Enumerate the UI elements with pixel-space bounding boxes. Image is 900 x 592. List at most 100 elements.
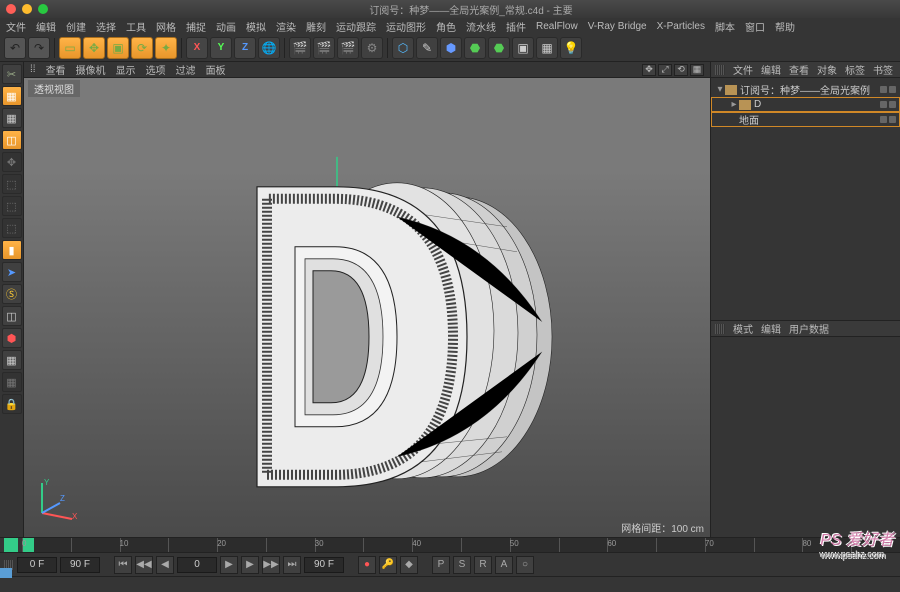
deformer-button[interactable]: ⬣ (464, 37, 486, 59)
panel-handle-icon[interactable] (715, 65, 725, 75)
rot-key-button[interactable]: R (474, 556, 492, 574)
pen-button[interactable]: ✎ (416, 37, 438, 59)
undo-button[interactable]: ↶ (4, 37, 26, 59)
workplane-lock-button[interactable]: ◫ (2, 306, 22, 326)
menu-edit[interactable]: 编辑 (36, 19, 56, 34)
menu-character[interactable]: 角色 (436, 19, 456, 34)
keyframe-sel-button[interactable]: ◆ (400, 556, 418, 574)
next-frame-button[interactable]: ▶ (241, 556, 259, 574)
render-region-button[interactable]: 🎬 (337, 37, 359, 59)
object-name[interactable]: 订阅号：种梦——全局光案例 (740, 82, 880, 97)
expand-icon[interactable]: ▸ (729, 99, 739, 110)
object-name[interactable]: D (754, 99, 880, 110)
obj-tab-view[interactable]: 查看 (789, 62, 809, 77)
scene-button[interactable]: ▦ (536, 37, 558, 59)
menu-animate[interactable]: 动画 (216, 19, 236, 34)
menu-xparticles[interactable]: X-Particles (657, 21, 705, 32)
obj-tab-file[interactable]: 文件 (733, 62, 753, 77)
primitive-button[interactable]: ⬡ (392, 37, 414, 59)
points-mode-button[interactable]: ⬚ (2, 174, 22, 194)
frame-end-field[interactable]: 90 F (60, 557, 100, 573)
vp-nav-pan-icon[interactable]: ✥ (642, 64, 656, 76)
minimize-icon[interactable] (22, 4, 32, 14)
visibility-toggles[interactable] (880, 86, 896, 93)
render-view-button[interactable]: 🎬 (289, 37, 311, 59)
menu-select[interactable]: 选择 (96, 19, 116, 34)
light-button[interactable]: 💡 (560, 37, 582, 59)
menu-realflow[interactable]: RealFlow (536, 21, 578, 32)
menu-render[interactable]: 渲染 (276, 19, 296, 34)
obj-tab-objects[interactable]: 对象 (817, 62, 837, 77)
timeline-marker-icon[interactable] (4, 538, 18, 552)
vp-nav-layout-icon[interactable]: ▦ (690, 64, 704, 76)
texture-mode-button[interactable]: ▦ (2, 108, 22, 128)
autokey-button[interactable]: 🔑 (379, 556, 397, 574)
obj-tab-edit[interactable]: 编辑 (761, 62, 781, 77)
render-pv-button[interactable]: 🎬 (313, 37, 335, 59)
object-name[interactable]: 地面 (739, 112, 880, 127)
menu-simulate[interactable]: 模拟 (246, 19, 266, 34)
scale-button[interactable]: ▣ (107, 37, 129, 59)
attr-tab-mode[interactable]: 模式 (733, 321, 753, 336)
vp-nav-orbit-icon[interactable]: ⟲ (674, 64, 688, 76)
vp-menu-view[interactable]: 查看 (46, 62, 66, 77)
current-frame-field[interactable]: 0 (177, 557, 217, 573)
planar-workplane-button[interactable]: ▦ (2, 350, 22, 370)
visibility-toggles[interactable] (880, 101, 896, 108)
menu-window[interactable]: 窗口 (745, 19, 765, 34)
menu-vray[interactable]: V-Ray Bridge (588, 21, 647, 32)
object-axis-button[interactable]: ✥ (2, 152, 22, 172)
edges-mode-button[interactable]: ⬚ (2, 196, 22, 216)
vp-menu-filter[interactable]: 过滤 (176, 62, 196, 77)
z-axis-button[interactable]: Z (234, 37, 256, 59)
goto-end-button[interactable]: ⏭ (283, 556, 301, 574)
visibility-toggles[interactable] (880, 116, 896, 123)
make-editable-button[interactable]: ✂ (2, 64, 22, 84)
menu-pipeline[interactable]: 流水线 (466, 19, 496, 34)
object-row-d[interactable]: ▸ D (711, 97, 900, 112)
scale-key-button[interactable]: S (453, 556, 471, 574)
snap-button[interactable]: Ⓢ (2, 284, 22, 304)
timeline-track[interactable]: 0102030405060708090 (22, 538, 900, 552)
live-select-button[interactable]: ▭ (59, 37, 81, 59)
menu-script[interactable]: 脚本 (715, 19, 735, 34)
pos-key-button[interactable]: P (432, 556, 450, 574)
workplane-button[interactable]: ◫ (2, 130, 22, 150)
zoom-icon[interactable] (38, 4, 48, 14)
vp-menu-options[interactable]: 选项 (146, 62, 166, 77)
generator-button[interactable]: ⬢ (440, 37, 462, 59)
vp-menu-camera[interactable]: 摄像机 (76, 62, 106, 77)
axis-lock-button[interactable]: ▮ (2, 240, 22, 260)
perspective-viewport[interactable]: 透视视图 (24, 78, 710, 537)
model-mode-button[interactable]: ▦ (2, 86, 22, 106)
panel-handle-icon[interactable] (715, 324, 725, 334)
menu-create[interactable]: 创建 (66, 19, 86, 34)
frame-range-end-field[interactable]: 90 F (304, 557, 344, 573)
menu-snap[interactable]: 捕捉 (186, 19, 206, 34)
viewport-solo-button[interactable]: ➤ (2, 262, 22, 282)
menu-mograph[interactable]: 运动图形 (386, 19, 426, 34)
environment-button[interactable]: ⬣ (488, 37, 510, 59)
panel-handle-icon[interactable]: ⁞⁞ (30, 64, 36, 75)
vp-menu-panel[interactable]: 面板 (206, 62, 226, 77)
recent-tool-button[interactable]: ✦ (155, 37, 177, 59)
render-settings-button[interactable]: ⚙ (361, 37, 383, 59)
redo-button[interactable]: ↷ (28, 37, 50, 59)
vp-menu-display[interactable]: 显示 (116, 62, 136, 77)
obj-tab-bookmarks[interactable]: 书签 (873, 62, 893, 77)
obj-tab-tags[interactable]: 标签 (845, 62, 865, 77)
attr-tab-userdata[interactable]: 用户数据 (789, 321, 829, 336)
vp-nav-zoom-icon[interactable]: ⤢ (658, 64, 672, 76)
locked-workplane-button[interactable]: ⬢ (2, 328, 22, 348)
next-key-button[interactable]: ▶▶ (262, 556, 280, 574)
x-axis-button[interactable]: X (186, 37, 208, 59)
param-key-button[interactable]: A (495, 556, 513, 574)
menu-plugins[interactable]: 插件 (506, 19, 526, 34)
menu-tools[interactable]: 工具 (126, 19, 146, 34)
y-axis-button[interactable]: Y (210, 37, 232, 59)
menu-mesh[interactable]: 网格 (156, 19, 176, 34)
camera-button[interactable]: ▣ (512, 37, 534, 59)
prev-frame-button[interactable]: ◀ (156, 556, 174, 574)
menu-tracker[interactable]: 运动跟踪 (336, 19, 376, 34)
record-button[interactable]: ● (358, 556, 376, 574)
